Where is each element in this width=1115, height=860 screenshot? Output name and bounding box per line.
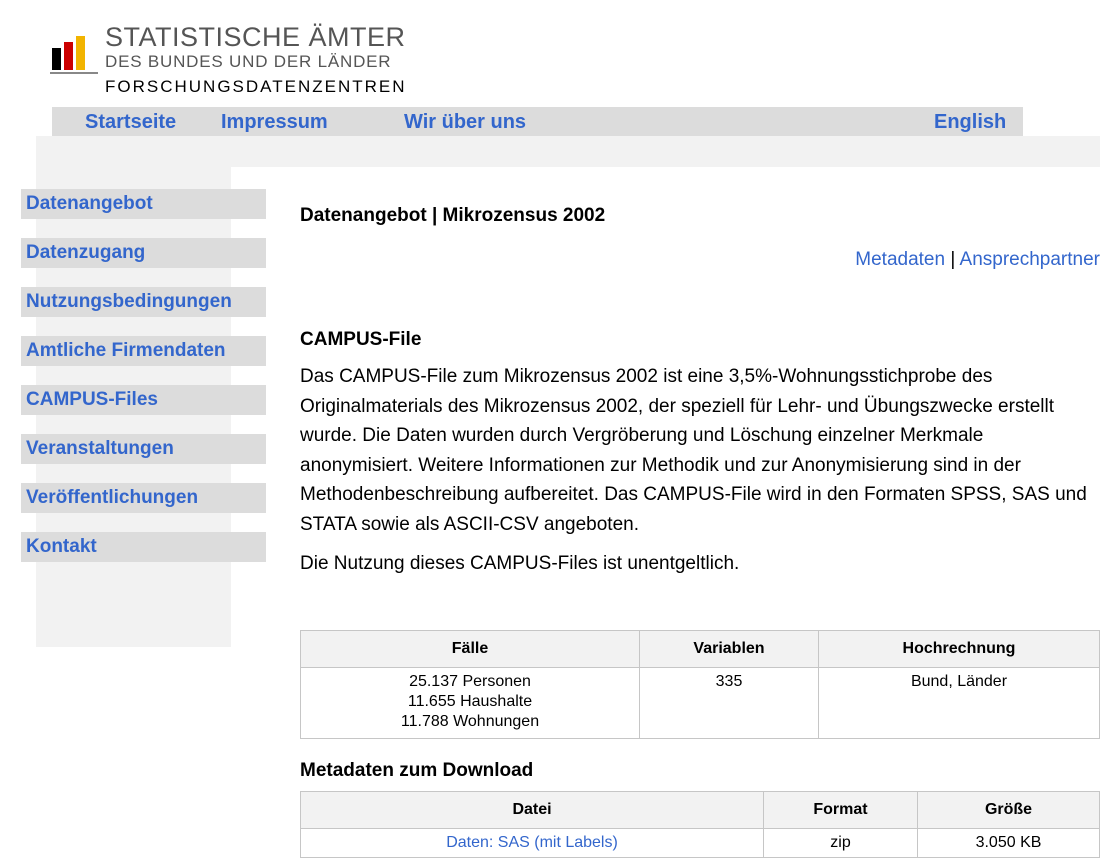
- nav-wir-ueber-uns[interactable]: Wir über uns: [404, 111, 526, 134]
- table-header-row: Fälle Variablen Hochrechnung: [300, 630, 1100, 668]
- table-row: 25.137 Personen 11.655 Haushalte 11.788 …: [300, 667, 1100, 739]
- sidebar-item-veroeffentlichungen[interactable]: Veröffentlichungen: [21, 483, 266, 513]
- sidebar-item-campus-files[interactable]: CAMPUS-Files: [21, 385, 266, 415]
- nav-english[interactable]: English: [934, 111, 1006, 134]
- faelle-haushalte: 11.655 Haushalte: [407, 693, 533, 710]
- faelle-personen: 25.137 Personen: [409, 673, 531, 690]
- section-title: CAMPUS-File: [300, 329, 422, 350]
- nav-impressum[interactable]: Impressum: [221, 111, 328, 134]
- cell-datei: Daten: SAS (mit Labels): [300, 828, 764, 858]
- cell-groesse: 3.050 KB: [917, 828, 1100, 858]
- download-table: Datei Format Größe Daten: SAS (mit Label…: [300, 791, 1100, 858]
- info-table: Fälle Variablen Hochrechnung 25.137 Pers…: [300, 630, 1100, 739]
- header-datei: Datei: [300, 791, 764, 829]
- sidebar-item-datenzugang[interactable]: Datenzugang: [21, 238, 266, 268]
- page-title: Datenangebot | Mikrozensus 2002: [300, 205, 606, 226]
- sidebar-item-kontakt[interactable]: Kontakt: [21, 532, 266, 562]
- header-band: [36, 136, 1100, 167]
- sidebar-item-veranstaltungen[interactable]: Veranstaltungen: [21, 434, 266, 464]
- cell-format: zip: [763, 828, 918, 858]
- download-link-sas[interactable]: Daten: SAS (mit Labels): [446, 834, 618, 851]
- content-links: Metadaten | Ansprechpartner: [855, 249, 1100, 271]
- table-header-row: Datei Format Größe: [300, 791, 1100, 829]
- logo-line2: DES BUNDES UND DER LÄNDER: [105, 52, 392, 71]
- description-paragraph: Das CAMPUS-File zum Mikrozensus 2002 ist…: [300, 366, 1087, 535]
- cell-faelle: 25.137 Personen 11.655 Haushalte 11.788 …: [300, 667, 640, 739]
- cell-variablen: 335: [639, 667, 819, 739]
- ansprechpartner-link[interactable]: Ansprechpartner: [960, 249, 1100, 270]
- table-row: Daten: SAS (mit Labels) zip 3.050 KB: [300, 828, 1100, 858]
- sidebar-item-datenangebot[interactable]: Datenangebot: [21, 189, 266, 219]
- cell-hochrechnung: Bund, Länder: [818, 667, 1100, 739]
- logo-line1: STATISTISCHE ÄMTER: [105, 22, 406, 52]
- top-nav: Startseite Impressum Wir über uns Englis…: [52, 107, 1023, 136]
- faelle-wohnungen: 11.788 Wohnungen: [400, 713, 540, 730]
- header-variablen: Variablen: [639, 630, 819, 668]
- download-title: Metadaten zum Download: [300, 760, 534, 781]
- sidebar-item-nutzungsbedingungen[interactable]: Nutzungsbedingungen: [21, 287, 266, 317]
- header-faelle: Fälle: [300, 630, 640, 668]
- header-format: Format: [763, 791, 918, 829]
- header-groesse: Größe: [917, 791, 1100, 829]
- logo-line3: FORSCHUNGSDATENZENTREN: [105, 77, 407, 96]
- nav-startseite[interactable]: Startseite: [85, 111, 176, 134]
- link-separator: |: [950, 249, 956, 270]
- header-hochrechnung: Hochrechnung: [818, 630, 1100, 668]
- logo: STATISTISCHE ÄMTER DES BUNDES UND DER LÄ…: [50, 22, 430, 102]
- cost-paragraph: Die Nutzung dieses CAMPUS-Files ist unen…: [300, 553, 740, 574]
- sidebar-item-amtliche-firmendaten[interactable]: Amtliche Firmendaten: [21, 336, 266, 366]
- logo-bars-icon: [50, 34, 100, 74]
- metadaten-link[interactable]: Metadaten: [855, 249, 945, 270]
